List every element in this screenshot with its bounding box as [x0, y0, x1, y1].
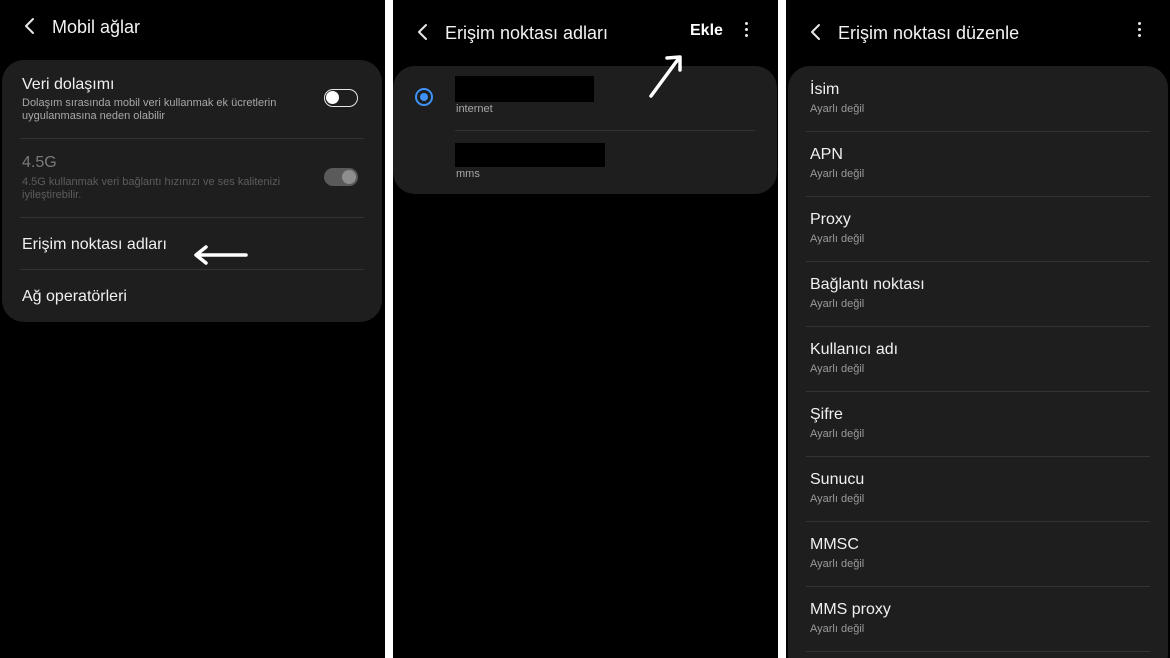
add-button[interactable]: Ekle — [690, 22, 723, 40]
more-options-icon[interactable] — [739, 22, 753, 42]
data-roaming-toggle[interactable] — [324, 89, 358, 107]
lte-4-5g-subtitle: 4.5G kullanmak veri bağlantı hızınızı ve… — [22, 176, 281, 201]
page-title: Mobil ağlar — [52, 17, 141, 37]
page-title: Erişim noktası adları — [445, 23, 609, 43]
field-value: Ayarlı değil — [810, 103, 865, 115]
divider — [806, 456, 1150, 457]
field-label: Kullanıcı adı — [810, 341, 899, 358]
divider — [806, 196, 1150, 197]
lte-4-5g-title: 4.5G — [22, 154, 57, 171]
divider — [20, 269, 364, 270]
field-value: Ayarlı değil — [810, 233, 865, 245]
apn-list-card: internet mms — [393, 66, 777, 194]
redacted-apn-name — [455, 143, 605, 167]
header: Mobil ağlar — [0, 0, 385, 56]
divider — [806, 651, 1150, 652]
divider — [20, 138, 364, 139]
network-operators-title: Ağ operatörleri — [22, 288, 127, 305]
access-point-names-screen: Erişim noktası adları Ekle internet mms — [393, 0, 778, 658]
field-label: Proxy — [810, 211, 851, 228]
apn-type-label: internet — [456, 103, 493, 115]
divider — [806, 326, 1150, 327]
back-arrow-icon[interactable] — [413, 22, 433, 42]
field-value: Ayarlı değil — [810, 623, 865, 635]
header: Erişim noktası düzenle — [786, 0, 1170, 56]
field-value: Ayarlı değil — [810, 428, 865, 440]
data-roaming-title: Veri dolaşımı — [22, 76, 115, 93]
field-label: APN — [810, 146, 843, 163]
field-value: Ayarlı değil — [810, 363, 865, 375]
divider — [806, 261, 1150, 262]
field-label: MMSC — [810, 536, 859, 553]
divider — [806, 521, 1150, 522]
data-roaming-subtitle: Dolaşım sırasında mobil veri kullanmak e… — [22, 97, 277, 122]
divider — [20, 217, 364, 218]
header: Erişim noktası adları Ekle — [393, 0, 778, 56]
divider — [806, 391, 1150, 392]
access-point-names-title: Erişim noktası adları — [22, 236, 167, 253]
field-label: Sunucu — [810, 471, 865, 488]
field-label: Bağlantı noktası — [810, 276, 925, 293]
field-value: Ayarlı değil — [810, 558, 865, 570]
divider — [806, 586, 1150, 587]
lte-4-5g-toggle — [324, 168, 358, 186]
divider — [806, 131, 1150, 132]
divider — [455, 130, 755, 131]
more-options-icon[interactable] — [1132, 22, 1146, 42]
annotation-arrow-icon — [194, 245, 248, 265]
field-label: İsim — [810, 81, 840, 98]
back-arrow-icon[interactable] — [20, 16, 40, 36]
apn-type-label: mms — [456, 168, 480, 180]
settings-card: Veri dolaşımı Dolaşım sırasında mobil ve… — [2, 60, 382, 322]
apn-fields-card: İsim Ayarlı değil APN Ayarlı değil Proxy… — [788, 66, 1168, 658]
apn-radio-selected[interactable] — [415, 88, 433, 106]
field-value: Ayarlı değil — [810, 493, 865, 505]
back-arrow-icon[interactable] — [806, 22, 826, 42]
field-value: Ayarlı değil — [810, 298, 865, 310]
redacted-apn-name — [455, 76, 594, 102]
field-label: Şifre — [810, 406, 843, 423]
field-value: Ayarlı değil — [810, 168, 865, 180]
annotation-arrow-icon — [649, 55, 682, 98]
field-label: MMS proxy — [810, 601, 891, 618]
mobile-networks-screen: Mobil ağlar Veri dolaşımı Dolaşım sırası… — [0, 0, 385, 658]
page-title: Erişim noktası düzenle — [838, 23, 1020, 43]
edit-access-point-screen: Erişim noktası düzenle İsim Ayarlı değil… — [786, 0, 1170, 658]
